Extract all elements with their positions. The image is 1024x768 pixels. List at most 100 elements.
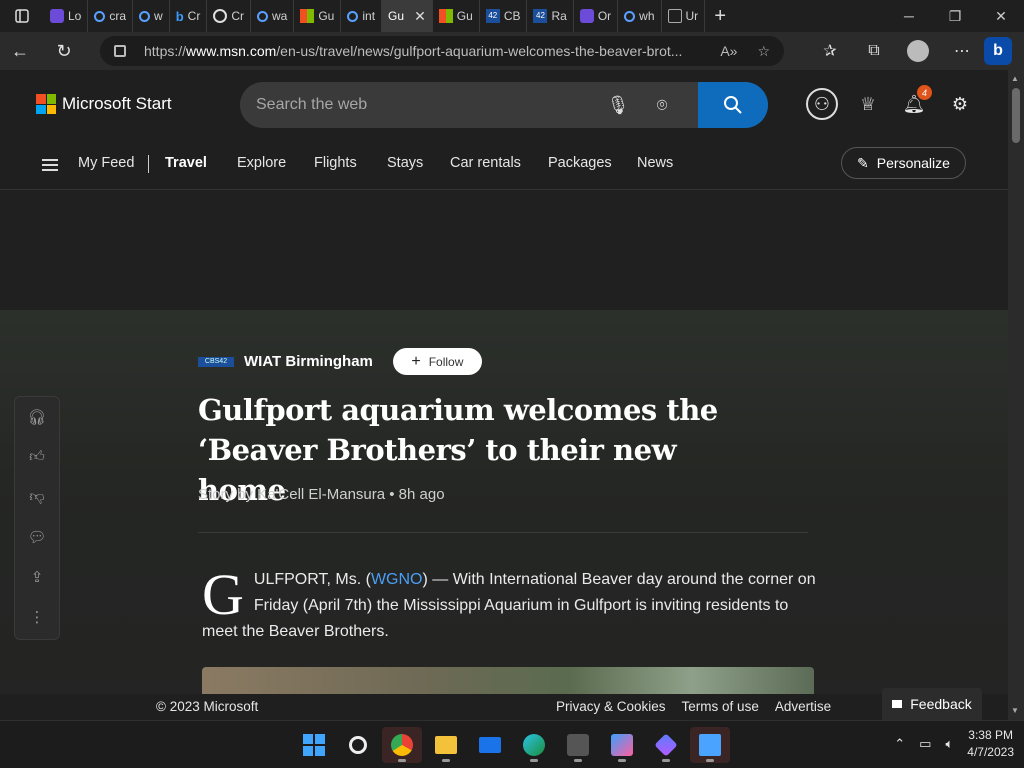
- terms-of-use-link[interactable]: Terms of use: [682, 699, 759, 714]
- scroll-down-icon[interactable]: ▼: [1011, 706, 1019, 715]
- microphone-icon[interactable]: 🎙︎: [596, 95, 640, 116]
- browser-tab[interactable]: Cr: [207, 0, 251, 32]
- personalize-button[interactable]: ✎ Personalize: [841, 147, 966, 179]
- nav-item-car-rentals[interactable]: Car rentals: [450, 155, 521, 171]
- nav-item-flights[interactable]: Flights: [314, 155, 357, 171]
- taskbar-chrome[interactable]: [382, 727, 422, 763]
- more-vertical-icon[interactable]: ⋮: [27, 607, 47, 627]
- nav-item-travel[interactable]: Travel: [165, 155, 207, 171]
- brand-link[interactable]: Microsoft Start: [36, 94, 172, 114]
- clock-time: 3:38 PM: [968, 728, 1013, 742]
- favorites-button[interactable]: ✰: [808, 32, 852, 70]
- nav-item-explore[interactable]: Explore: [237, 155, 286, 171]
- toolbar-right: ✰ ⧉ ⋯ b: [808, 32, 1024, 70]
- browser-tab[interactable]: wh: [618, 0, 662, 32]
- settings-button[interactable]: ⚙: [944, 88, 976, 120]
- more-options-button[interactable]: ⋯: [940, 32, 984, 70]
- copyright-text: © 2023 Microsoft: [156, 699, 259, 714]
- taskbar-paint[interactable]: [602, 727, 642, 763]
- close-tab-icon[interactable]: ✕: [414, 8, 426, 25]
- browser-tab[interactable]: wa: [251, 0, 295, 32]
- rewards-button[interactable]: ♕: [852, 88, 884, 120]
- browser-tab[interactable]: int: [341, 0, 383, 32]
- network-icon[interactable]: ▭: [919, 736, 931, 752]
- volume-icon[interactable]: 🔈︎: [945, 736, 953, 752]
- visual-search-icon[interactable]: ⌾: [640, 95, 684, 116]
- article-byline: Story by Ka'Cell El-Mansura • 8h ago: [198, 486, 445, 503]
- nav-item-stays[interactable]: Stays: [387, 155, 423, 171]
- advertise-link[interactable]: Advertise: [775, 699, 831, 714]
- comment-icon[interactable]: 💬︎: [27, 527, 47, 547]
- article-action-rail: 🎧︎ 👍︎ 👎︎ 💬︎ ⇪ ⋮: [14, 396, 60, 640]
- menu-icon[interactable]: [42, 159, 58, 171]
- tab-label: cra: [109, 9, 127, 23]
- address-bar[interactable]: https://www.msn.com/en-us/travel/news/gu…: [100, 36, 784, 66]
- thumbs-down-icon[interactable]: 👎︎: [27, 487, 47, 507]
- browser-tab[interactable]: 42 CB: [480, 0, 528, 32]
- notifications-button[interactable]: 🔔︎ 4: [898, 85, 932, 120]
- search-button[interactable]: [698, 82, 768, 128]
- browser-toolbar: ← ↻ https://www.msn.com/en-us/travel/new…: [0, 32, 1024, 70]
- tab-label: Lo: [68, 9, 82, 23]
- taskbar-notepad[interactable]: [690, 727, 730, 763]
- tab-label: Ur: [685, 9, 699, 23]
- taskbar-search-button[interactable]: [338, 727, 378, 763]
- scroll-up-icon[interactable]: ▲: [1011, 74, 1019, 83]
- maximize-button[interactable]: ❐: [932, 0, 978, 32]
- browser-tab[interactable]: Gu ✕: [382, 0, 433, 32]
- browser-tab[interactable]: Gu: [433, 0, 480, 32]
- browser-tab[interactable]: cra: [88, 0, 134, 32]
- browser-tab[interactable]: 42 Ra: [527, 0, 574, 32]
- browser-tab[interactable]: w: [133, 0, 170, 32]
- browser-tab[interactable]: Gu: [294, 0, 342, 32]
- clock[interactable]: 3:38 PM 4/7/2023: [967, 727, 1014, 761]
- thumbs-up-icon[interactable]: 👍︎: [27, 447, 47, 467]
- taskbar-mail[interactable]: [470, 727, 510, 763]
- browser-tab[interactable]: Or: [574, 0, 619, 32]
- profile-button[interactable]: [896, 32, 940, 70]
- collections-button[interactable]: ⧉: [852, 32, 896, 70]
- address-bar-actions: A» ☆: [720, 43, 784, 60]
- scroll-thumb[interactable]: [1012, 88, 1020, 143]
- account-button[interactable]: ⚇: [806, 88, 838, 120]
- listen-headphones-icon[interactable]: 🎧︎: [27, 407, 47, 427]
- read-aloud-icon[interactable]: A»: [720, 43, 737, 60]
- search-favicon-icon: [94, 10, 106, 22]
- source-name[interactable]: WIAT Birmingham: [244, 353, 373, 370]
- search-input[interactable]: Search the web: [256, 96, 596, 114]
- doc-favicon-icon: [667, 9, 682, 23]
- nav-item-my-feed[interactable]: My Feed: [78, 155, 134, 171]
- chevron-up-icon[interactable]: ⌃: [894, 736, 905, 752]
- bing-chat-button[interactable]: b: [984, 37, 1012, 65]
- tab-label: Gu: [456, 9, 473, 23]
- privacy-cookies-link[interactable]: Privacy & Cookies: [556, 699, 666, 714]
- favorite-star-icon[interactable]: ☆: [757, 43, 770, 60]
- taskbar-calculator[interactable]: [558, 727, 598, 763]
- sparkle-edit-icon: ✎: [857, 154, 869, 171]
- follow-button[interactable]: + Follow: [392, 348, 482, 375]
- wgno-link[interactable]: WGNO: [371, 571, 423, 588]
- tab-actions-button[interactable]: [0, 0, 44, 32]
- tab-label: Cr: [187, 9, 201, 23]
- feedback-button[interactable]: Feedback: [882, 688, 982, 720]
- minimize-button[interactable]: ─: [886, 0, 932, 32]
- article-background: [0, 310, 1008, 720]
- nav-item-packages[interactable]: Packages: [548, 155, 612, 171]
- tab-label: wh: [639, 9, 655, 23]
- taskbar-file-explorer[interactable]: [426, 727, 466, 763]
- nav-item-news[interactable]: News: [637, 155, 673, 171]
- taskbar-copilot[interactable]: [646, 727, 686, 763]
- browser-tab[interactable]: Lo: [44, 0, 89, 32]
- new-tab-button[interactable]: +: [705, 5, 735, 28]
- page-scrollbar[interactable]: ▲ ▼: [1008, 70, 1024, 720]
- web-search-box[interactable]: Search the web 🎙︎ ⌾: [240, 82, 768, 128]
- refresh-button[interactable]: ↻: [44, 32, 84, 70]
- browser-tab[interactable]: Ur: [662, 0, 706, 32]
- back-button[interactable]: ←: [0, 32, 40, 70]
- url-text[interactable]: https://www.msn.com/en-us/travel/news/gu…: [144, 43, 720, 59]
- close-window-button[interactable]: ✕: [978, 0, 1024, 32]
- taskbar-edge[interactable]: [514, 727, 554, 763]
- start-button[interactable]: [294, 727, 334, 763]
- browser-tab[interactable]: b Cr: [170, 0, 208, 32]
- share-icon[interactable]: ⇪: [27, 567, 47, 587]
